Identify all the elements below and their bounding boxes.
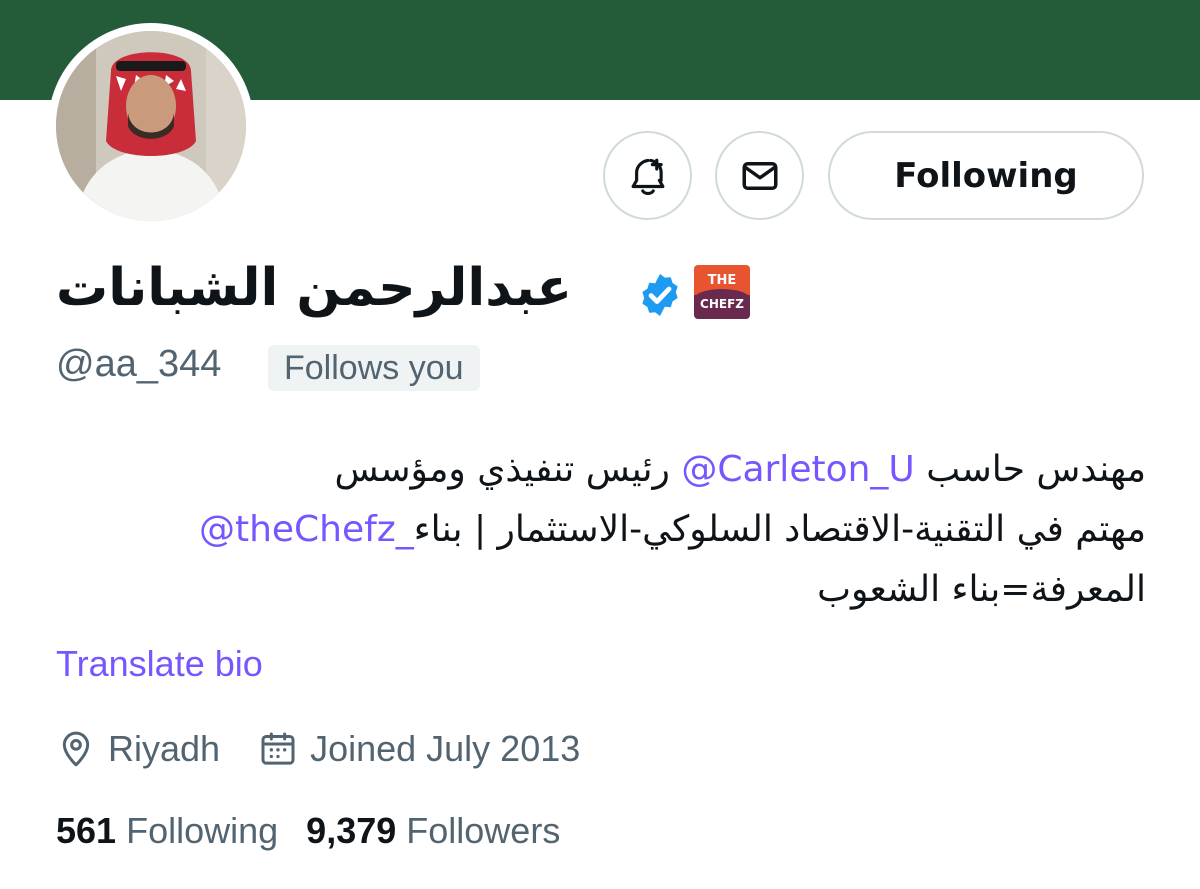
affiliate-badge[interactable]: THE CHEFZ <box>694 265 750 319</box>
followers-count: 9,379 <box>306 810 397 851</box>
location-text: Riyadh <box>108 728 221 769</box>
location-pin-icon <box>62 731 90 767</box>
bio-line-1-tail: رئيس تنفيذي ومؤسس <box>334 449 682 490</box>
joined-text: Joined July 2013 <box>310 728 581 769</box>
affiliate-badge-line2: CHEFZ <box>700 297 744 311</box>
bio-line-2-text: مهتم في التقنية-الاقتصاد السلوكي-الاستثم… <box>413 509 1146 550</box>
notifications-button[interactable] <box>603 131 692 220</box>
affiliate-badge-line2-wrap: CHEFZ <box>694 289 750 319</box>
avatar[interactable] <box>56 31 246 221</box>
bio-line-2: مهتم في التقنية-الاقتصاد السلوكي-الاستثم… <box>56 500 1146 560</box>
bio-line-1-text: مهندس حاسب <box>914 449 1146 490</box>
location-item: Riyadh <box>56 728 220 770</box>
following-button[interactable]: Following <box>828 131 1144 220</box>
mention-carleton[interactable]: @Carleton_U <box>681 449 914 490</box>
name-row: عبدالرحمن الشبانات <box>56 256 1160 328</box>
joined-item: Joined July 2013 <box>258 728 580 770</box>
bell-plus-icon <box>631 158 664 195</box>
avatar-photo <box>56 31 246 221</box>
message-button[interactable] <box>715 131 804 220</box>
bio: مهندس حاسب @Carleton_U رئيس تنفيذي ومؤسس… <box>56 440 1146 620</box>
followers-label: Followers <box>406 810 561 851</box>
following-label: Following <box>126 810 279 851</box>
bio-line-3: المعرفة=بناء الشعوب <box>817 569 1146 610</box>
mention-thechefz[interactable]: @theChefz_ <box>199 509 414 550</box>
follow-stats: 561 Following 9,379 Followers <box>56 808 588 854</box>
user-handle: @aa_344 <box>56 343 222 385</box>
display-name: عبدالرحمن الشبانات <box>56 258 573 318</box>
translate-bio-link[interactable]: Translate bio <box>56 643 263 685</box>
calendar-icon <box>261 732 295 765</box>
profile-meta: Riyadh Joined July 2013 <box>56 725 618 773</box>
follows-you-badge: Follows you <box>268 345 480 391</box>
envelope-icon <box>742 161 777 190</box>
following-count: 561 <box>56 810 117 851</box>
verified-badge-icon[interactable] <box>636 271 684 319</box>
followers-stat-link[interactable]: 9,379 Followers <box>306 810 560 852</box>
following-stat-link[interactable]: 561 Following <box>56 810 278 852</box>
bio-line-1: مهندس حاسب @Carleton_U رئيس تنفيذي ومؤسس <box>56 440 1146 500</box>
